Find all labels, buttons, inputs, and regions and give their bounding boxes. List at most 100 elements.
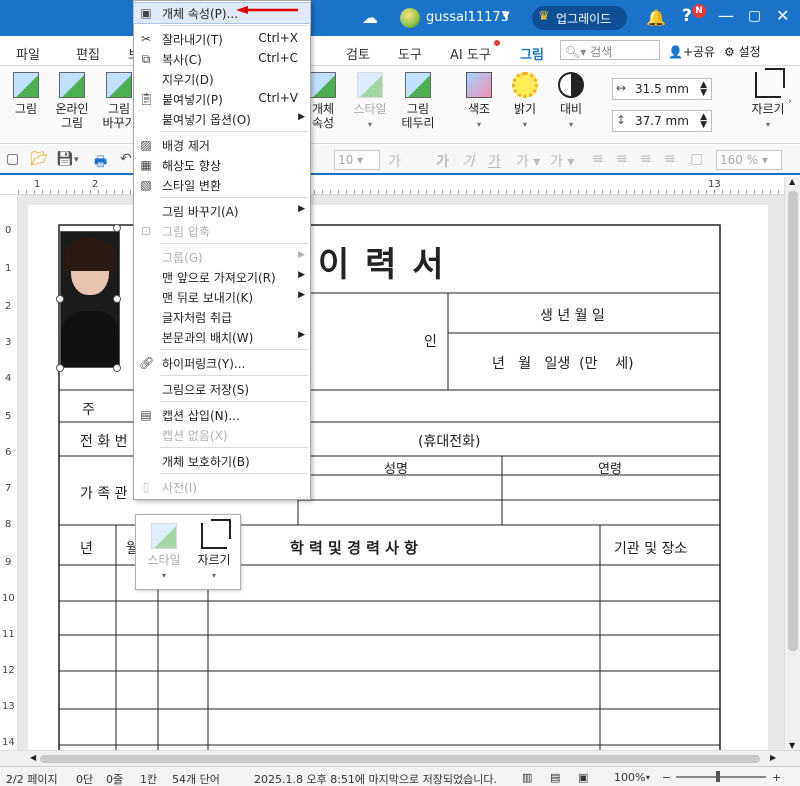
username[interactable]: gussal11173 bbox=[426, 10, 509, 25]
context-menu-item[interactable]: 🔗︎ 하이퍼링크(Y)... bbox=[134, 353, 310, 373]
vertical-ruler[interactable]: 0 1 2 3 4 5 6 7 8 9 10 11 12 13 14 bbox=[0, 195, 18, 750]
resize-handle[interactable] bbox=[113, 224, 121, 232]
scroll-down-icon[interactable]: ▼ bbox=[789, 741, 795, 750]
contrast-button[interactable]: 대비 ▾ bbox=[554, 72, 588, 132]
minimize-icon[interactable]: — bbox=[718, 6, 734, 25]
zoom-slider[interactable] bbox=[676, 776, 766, 778]
help-icon[interactable]: ? bbox=[682, 6, 692, 26]
zoom-level[interactable]: 100% bbox=[614, 771, 645, 784]
save-icon[interactable]: 💾︎ bbox=[56, 151, 74, 167]
view-mode-icon[interactable]: ▥ bbox=[522, 771, 532, 784]
width-field[interactable]: ↔ 31.5 mm ▲ ▼ bbox=[612, 78, 712, 100]
zoom-out-button[interactable]: − bbox=[662, 771, 671, 784]
line-spacing-icon[interactable]: ▢ bbox=[690, 151, 703, 167]
context-menu-item[interactable]: 붙여넣기 옵션(O) ▶ bbox=[134, 109, 310, 129]
print-icon[interactable]: 🖶 bbox=[94, 151, 107, 175]
resize-handle[interactable] bbox=[113, 364, 121, 372]
italic-icon[interactable]: 가 bbox=[462, 151, 475, 171]
context-menu-item[interactable]: ✂ 잘라내기(T) Ctrl+X bbox=[134, 29, 310, 49]
context-menu-item[interactable]: 개체 보호하기(B) bbox=[134, 451, 310, 471]
zoom-in-button[interactable]: + bbox=[772, 771, 781, 784]
strikethrough-icon[interactable]: 가 ▾ bbox=[516, 151, 540, 171]
print-view-icon[interactable]: ▣ bbox=[578, 771, 588, 784]
undo-icon[interactable]: ↶ bbox=[120, 151, 132, 167]
scroll-up-icon[interactable]: ▲ bbox=[789, 177, 795, 186]
page-count[interactable]: 2/2 페이지 bbox=[6, 771, 58, 786]
avatar[interactable] bbox=[400, 8, 420, 28]
search-placeholder: 검색 bbox=[590, 45, 613, 59]
settings-button[interactable]: ⚙ 설정 bbox=[724, 43, 761, 60]
picture-border-button[interactable]: 그림 테두리 bbox=[398, 72, 438, 130]
style-button[interactable]: 스타일 ▾ bbox=[350, 72, 390, 132]
close-icon[interactable]: ✕ bbox=[776, 6, 789, 25]
tab-picture[interactable]: 그림 bbox=[518, 44, 546, 70]
font-color-icon[interactable]: 가 ▾ bbox=[550, 151, 574, 171]
online-picture-button[interactable]: 온라인 그림 bbox=[52, 72, 92, 130]
context-menu-item[interactable]: 지우기(D) bbox=[134, 69, 310, 89]
crop-button[interactable]: 자르기 ▾ bbox=[748, 68, 788, 132]
underline-icon[interactable]: 가 bbox=[488, 151, 501, 171]
grow-font-icon[interactable]: 가 bbox=[388, 151, 401, 171]
zoom-select[interactable]: 160 % ▾ bbox=[716, 150, 782, 170]
upgrade-button[interactable]: ♛ 업그레이드 bbox=[532, 6, 627, 30]
open-folder-icon[interactable]: 📂︎ bbox=[30, 151, 48, 167]
context-menu-item[interactable]: 그림으로 저장(S) bbox=[134, 379, 310, 399]
context-menu-item[interactable]: 글자처럼 취급 bbox=[134, 307, 310, 327]
bold-icon[interactable]: 가 bbox=[436, 151, 449, 171]
object-properties-button[interactable]: 개체 속성 bbox=[308, 72, 338, 130]
insert-picture-button[interactable]: 그림 bbox=[10, 72, 42, 116]
maximize-icon[interactable]: ▢ bbox=[748, 8, 761, 24]
vertical-scrollbar[interactable]: ▲ ▼ bbox=[784, 177, 800, 750]
chevron-down-icon[interactable]: ▾ bbox=[646, 773, 650, 782]
chevron-down-icon[interactable]: ▾ bbox=[74, 155, 79, 165]
scroll-right-icon[interactable]: ▶ bbox=[770, 753, 776, 762]
height-field[interactable]: ↕ 37.7 mm ▲ ▼ bbox=[612, 110, 712, 132]
tab-file[interactable]: 파일 bbox=[16, 44, 40, 63]
web-view-icon[interactable]: ▤ bbox=[550, 771, 560, 784]
justify-icon[interactable]: ≡ bbox=[664, 151, 676, 167]
new-doc-icon[interactable]: ▢ bbox=[6, 151, 19, 167]
cloud-upload-icon[interactable]: ☁ bbox=[362, 8, 378, 27]
chevron-right-icon[interactable]: › bbox=[788, 96, 792, 107]
brightness-button[interactable]: 밝기 ▾ bbox=[508, 72, 542, 132]
tab-review[interactable]: 검토 bbox=[346, 44, 370, 63]
mini-crop-button[interactable]: 자르기 ▾ bbox=[194, 519, 234, 583]
context-menu-item[interactable]: ▦ 해상도 향상 bbox=[134, 155, 310, 175]
resize-handle[interactable] bbox=[56, 364, 64, 372]
scroll-thumb[interactable] bbox=[788, 191, 798, 651]
menu-separator bbox=[160, 447, 308, 448]
context-menu-item[interactable]: 본문과의 배치(W) ▶ bbox=[134, 327, 310, 347]
search-input[interactable]: 🔍︎▾ 검색 bbox=[560, 40, 660, 60]
context-menu-item[interactable]: ▧ 스타일 변환 bbox=[134, 175, 310, 195]
mini-style-button[interactable]: 스타일 ▾ bbox=[144, 523, 184, 583]
horizontal-scrollbar[interactable]: ◀ ▶ bbox=[0, 750, 800, 766]
scroll-left-icon[interactable]: ◀ bbox=[30, 753, 36, 762]
share-button[interactable]: 👤+공유 bbox=[668, 43, 715, 60]
tab-edit[interactable]: 편집 bbox=[76, 44, 100, 63]
context-menu-item[interactable]: ⧉ 복사(C) Ctrl+C bbox=[134, 49, 310, 69]
spinner-icon[interactable]: ▲ ▼ bbox=[700, 81, 707, 98]
scroll-thumb[interactable] bbox=[40, 755, 760, 763]
context-menu-item[interactable]: 📋︎ 붙여넣기(P) Ctrl+V bbox=[134, 89, 310, 109]
resize-handle[interactable] bbox=[113, 295, 121, 303]
chevron-down-icon[interactable]: ▼ bbox=[502, 10, 510, 21]
tab-ai-tools[interactable]: AI 도구 bbox=[450, 44, 491, 63]
bell-icon[interactable]: 🔔 bbox=[646, 8, 666, 27]
horizontal-ruler[interactable]: 1 2 13 bbox=[0, 177, 784, 195]
phone-label: 전 화 번 bbox=[80, 434, 128, 450]
font-size-select[interactable]: 10 ▾ bbox=[334, 150, 380, 170]
context-menu-item[interactable]: 맨 앞으로 가져오기(R) ▶ bbox=[134, 267, 310, 287]
zoom-slider-thumb[interactable] bbox=[716, 771, 720, 782]
align-right-icon[interactable]: ≡ bbox=[640, 151, 652, 167]
context-menu-item[interactable]: 그림 바꾸기(A) ▶ bbox=[134, 201, 310, 221]
context-menu-item[interactable]: 맨 뒤로 보내기(K) ▶ bbox=[134, 287, 310, 307]
tab-tools[interactable]: 도구 bbox=[398, 44, 422, 63]
color-tone-button[interactable]: 색조 ▾ bbox=[462, 72, 496, 132]
context-menu-item[interactable]: ▨ 배경 제거 bbox=[134, 135, 310, 155]
context-menu-item[interactable]: ▤ 캡션 삽입(N)... bbox=[134, 405, 310, 425]
crown-icon: ♛ bbox=[538, 9, 550, 24]
align-center-icon[interactable]: ≡ bbox=[616, 151, 628, 167]
spinner-icon[interactable]: ▲ ▼ bbox=[700, 113, 707, 130]
resize-handle[interactable] bbox=[56, 295, 64, 303]
align-left-icon[interactable]: ≡ bbox=[592, 151, 604, 167]
